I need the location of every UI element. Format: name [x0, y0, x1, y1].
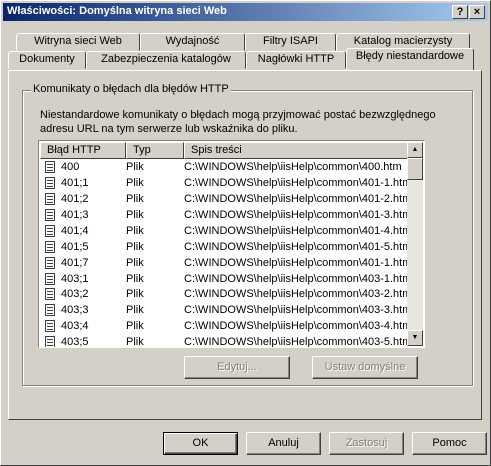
tab-witryna-sieci-web[interactable]: Witryna sieci Web [16, 33, 140, 51]
ok-button[interactable]: OK [163, 432, 238, 455]
tab-naglowki-http[interactable]: Nagłówki HTTP [246, 51, 346, 69]
group-label: Komunikaty o błędach dla błędów HTTP [31, 83, 231, 95]
window-title: Właściwości: Domyślna witryna sieci Web [7, 5, 227, 17]
apply-button[interactable]: Zastosuj [329, 432, 404, 455]
properties-dialog: Właściwości: Domyślna witryna sieci Web … [0, 0, 491, 466]
title-bar[interactable]: Właściwości: Domyślna witryna sieci Web … [3, 3, 488, 21]
tab-filtry-isapi[interactable]: Filtry ISAPI [245, 33, 336, 51]
help-button[interactable]: Pomoc [412, 432, 487, 455]
cancel-button[interactable]: Anuluj [246, 432, 321, 455]
tab-dokumenty[interactable]: Dokumenty [8, 51, 86, 69]
close-button[interactable]: × [469, 5, 485, 19]
help-title-button[interactable]: ? [452, 5, 468, 19]
tab-wydajnosc[interactable]: Wydajność [140, 33, 245, 51]
tab-bledy-niestandardowe[interactable]: Błędy niestandardowe [346, 48, 474, 70]
tab-zabezpieczenia-katalogow[interactable]: Zabezpieczenia katalogów [86, 51, 246, 69]
tab-panel [8, 70, 482, 420]
